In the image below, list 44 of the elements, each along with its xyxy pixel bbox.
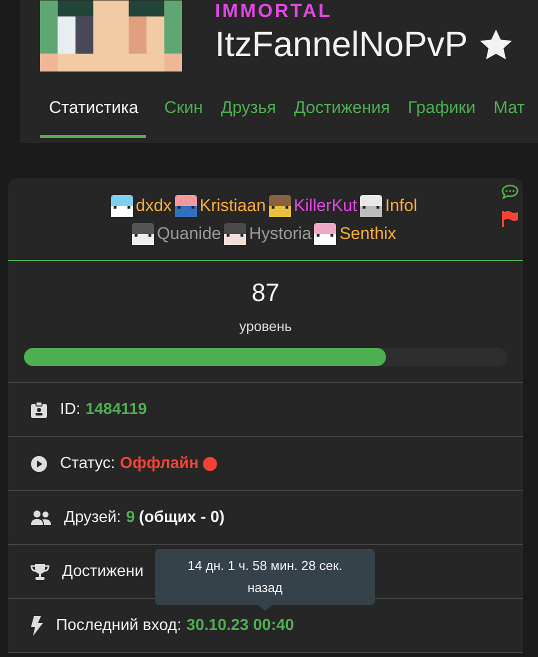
- avatar-icon: [224, 223, 246, 246]
- avatar-icon: [110, 195, 133, 217]
- status-value: Оффлайн: [120, 454, 199, 473]
- level-caption: уровень: [239, 318, 292, 334]
- row-value: 30.10.23 00:40: [186, 616, 294, 635]
- friend-link[interactable]: Quanide: [156, 220, 222, 248]
- row-value: 9: [126, 508, 135, 527]
- friend-link[interactable]: dxdx: [136, 192, 172, 220]
- flag-icon[interactable]: [501, 210, 519, 228]
- trophy-icon: [30, 562, 50, 581]
- tooltip-pointer: [258, 605, 272, 612]
- tab[interactable]: Мат: [493, 94, 525, 138]
- friend-link[interactable]: Kristiaan: [200, 192, 266, 220]
- friend-link[interactable]: KillerKut: [294, 192, 358, 220]
- friend-link[interactable]: Senthix: [339, 220, 396, 248]
- row-label: ID:: [60, 400, 80, 419]
- friend-link[interactable]: Hystoria: [249, 220, 312, 248]
- avatar-icon: [268, 195, 291, 217]
- chat-icon[interactable]: [501, 184, 519, 200]
- tab[interactable]: Друзья: [220, 94, 276, 138]
- rank-label: IMMORTAL: [215, 1, 333, 23]
- avatar-icon: [132, 223, 154, 246]
- tab[interactable]: Графики: [408, 94, 476, 138]
- player-name: ItzFannelNoPvP: [215, 25, 468, 65]
- play-icon: [30, 454, 48, 473]
- avatar-icon: [314, 223, 336, 246]
- row-label: Достижени: [62, 562, 144, 581]
- level-number: 87: [252, 279, 280, 308]
- avatar-icon: [174, 195, 197, 217]
- tab[interactable]: Достижения: [294, 94, 390, 138]
- users-icon: [30, 508, 52, 527]
- row-value: 1484119: [85, 400, 147, 419]
- tab[interactable]: Статистика: [40, 94, 146, 138]
- row-label: Последний вход:: [56, 616, 182, 635]
- row-label: Друзей:: [64, 508, 121, 527]
- star-icon[interactable]: [478, 28, 514, 62]
- id-badge-icon: [30, 400, 48, 419]
- mutual-count: (общих - 0): [138, 508, 225, 527]
- friend-link[interactable]: Infol: [385, 192, 418, 220]
- avatar-icon: [360, 195, 382, 217]
- lightning-icon: [30, 616, 44, 636]
- tab[interactable]: Скин: [164, 94, 203, 138]
- row-label: Статус:: [60, 454, 116, 473]
- tooltip: 14 дн. 1 ч. 58 мин. 28 сек. назад: [155, 549, 375, 606]
